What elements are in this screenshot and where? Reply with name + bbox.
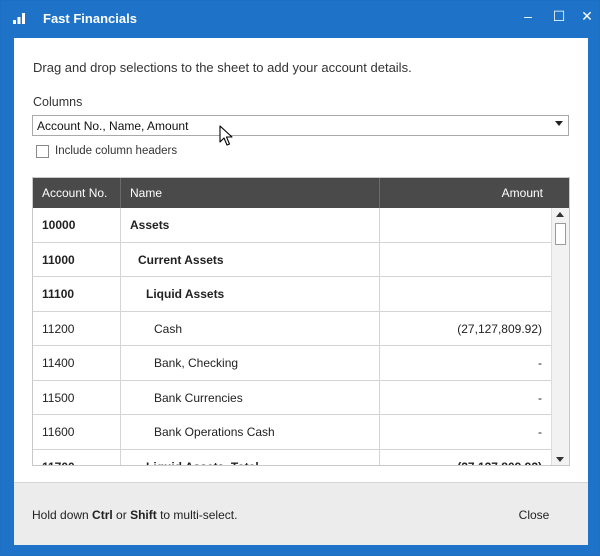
dialog-footer: Hold down Ctrl or Shift to multi-select.… — [14, 482, 588, 545]
vertical-scrollbar[interactable] — [551, 208, 569, 465]
scroll-thumb[interactable] — [555, 223, 566, 245]
dialog-body: Drag and drop selections to the sheet to… — [14, 38, 588, 545]
account-number-cell: 11000 — [33, 242, 121, 277]
account-name-cell: Liquid Assets — [121, 277, 380, 311]
grid-header: Account No. Name Amount — [33, 178, 569, 208]
amount-cell: - — [538, 425, 542, 439]
scroll-up-icon[interactable] — [556, 212, 564, 217]
account-name-cell: Assets — [121, 208, 380, 242]
account-name-cell: Bank, Checking — [121, 346, 380, 380]
hint-key-ctrl: Ctrl — [92, 508, 113, 522]
account-number-cell: 11500 — [33, 380, 121, 415]
table-row[interactable]: 11400 Bank, Checking - — [33, 346, 551, 381]
account-number-cell: 11600 — [33, 415, 121, 449]
column-header-name[interactable]: Name — [121, 178, 380, 208]
app-window: Fast Financials – ☐ ✕ Drag and drop sele… — [0, 0, 600, 556]
hint-key-shift: Shift — [130, 508, 157, 522]
hint-text: or — [112, 508, 131, 522]
account-name-cell: Bank Operations Cash — [121, 415, 380, 449]
account-number-cell: 11100 — [33, 277, 121, 311]
scroll-down-icon[interactable] — [556, 457, 564, 462]
account-name-cell: Bank Currencies — [121, 380, 380, 415]
table-row[interactable]: 11200 Cash (27,127,809.92) — [33, 311, 551, 346]
column-header-account[interactable]: Account No. — [33, 178, 121, 208]
account-number-cell: 11200 — [33, 311, 121, 346]
include-headers-checkbox[interactable] — [36, 145, 49, 158]
account-name-cell: Liquid Assets, Total — [121, 449, 380, 465]
window-title: Fast Financials — [43, 11, 137, 26]
table-row[interactable]: 10000 Assets — [33, 208, 551, 243]
amount-cell: - — [538, 356, 542, 370]
chevron-down-icon[interactable] — [555, 121, 563, 126]
grid-rows: 10000 Assets 11000 Current Assets 11100 Liqui… — [33, 208, 551, 466]
mouse-cursor-icon — [219, 125, 233, 146]
table-row[interactable]: 11100 Liquid Assets — [33, 277, 551, 312]
bar-chart-icon — [13, 13, 25, 24]
accounts-grid: Account No. Name Amount 10000 Assets 11000… — [32, 177, 570, 466]
table-row[interactable]: 11000 Current Assets — [33, 242, 551, 277]
instructions-text: Drag and drop selections to the sheet to… — [33, 60, 412, 75]
amount-cell — [380, 208, 551, 242]
title-bar[interactable]: Fast Financials – ☐ ✕ — [1, 1, 599, 37]
account-number-cell: 11700 — [33, 449, 121, 465]
account-number-cell: 11400 — [33, 346, 121, 380]
hint-text: Hold down — [32, 508, 93, 522]
minimize-button[interactable]: – — [513, 5, 543, 27]
amount-cell — [380, 277, 551, 311]
include-headers-label[interactable]: Include column headers — [55, 145, 177, 157]
close-window-button[interactable]: ✕ — [572, 5, 600, 27]
table-row[interactable]: 11500 Bank Currencies - — [33, 380, 551, 415]
account-number-cell: 10000 — [33, 208, 121, 242]
column-header-amount[interactable]: Amount — [380, 178, 569, 208]
account-name-cell: Cash — [121, 311, 380, 346]
amount-cell: (27,127,809.92) — [380, 450, 551, 466]
hint-text: to multi-select. — [156, 508, 238, 522]
amount-cell: - — [538, 390, 542, 405]
multi-select-hint: Hold down Ctrl or Shift to multi-select. — [32, 508, 237, 522]
amount-cell: (27,127,809.92) — [457, 321, 542, 336]
table-row[interactable]: 11700Liquid Assets, Total(27,127,809.92) — [33, 449, 551, 466]
columns-selected-value: Account No., Name, Amount — [37, 119, 189, 133]
columns-dropdown[interactable]: Account No., Name, Amount — [32, 115, 569, 136]
close-button[interactable]: Close — [504, 503, 564, 527]
amount-cell — [380, 243, 551, 277]
columns-label: Columns — [33, 95, 83, 109]
account-name-cell: Current Assets — [121, 242, 380, 277]
maximize-button[interactable]: ☐ — [544, 5, 574, 27]
table-row[interactable]: 11600 Bank Operations Cash - — [33, 415, 551, 450]
